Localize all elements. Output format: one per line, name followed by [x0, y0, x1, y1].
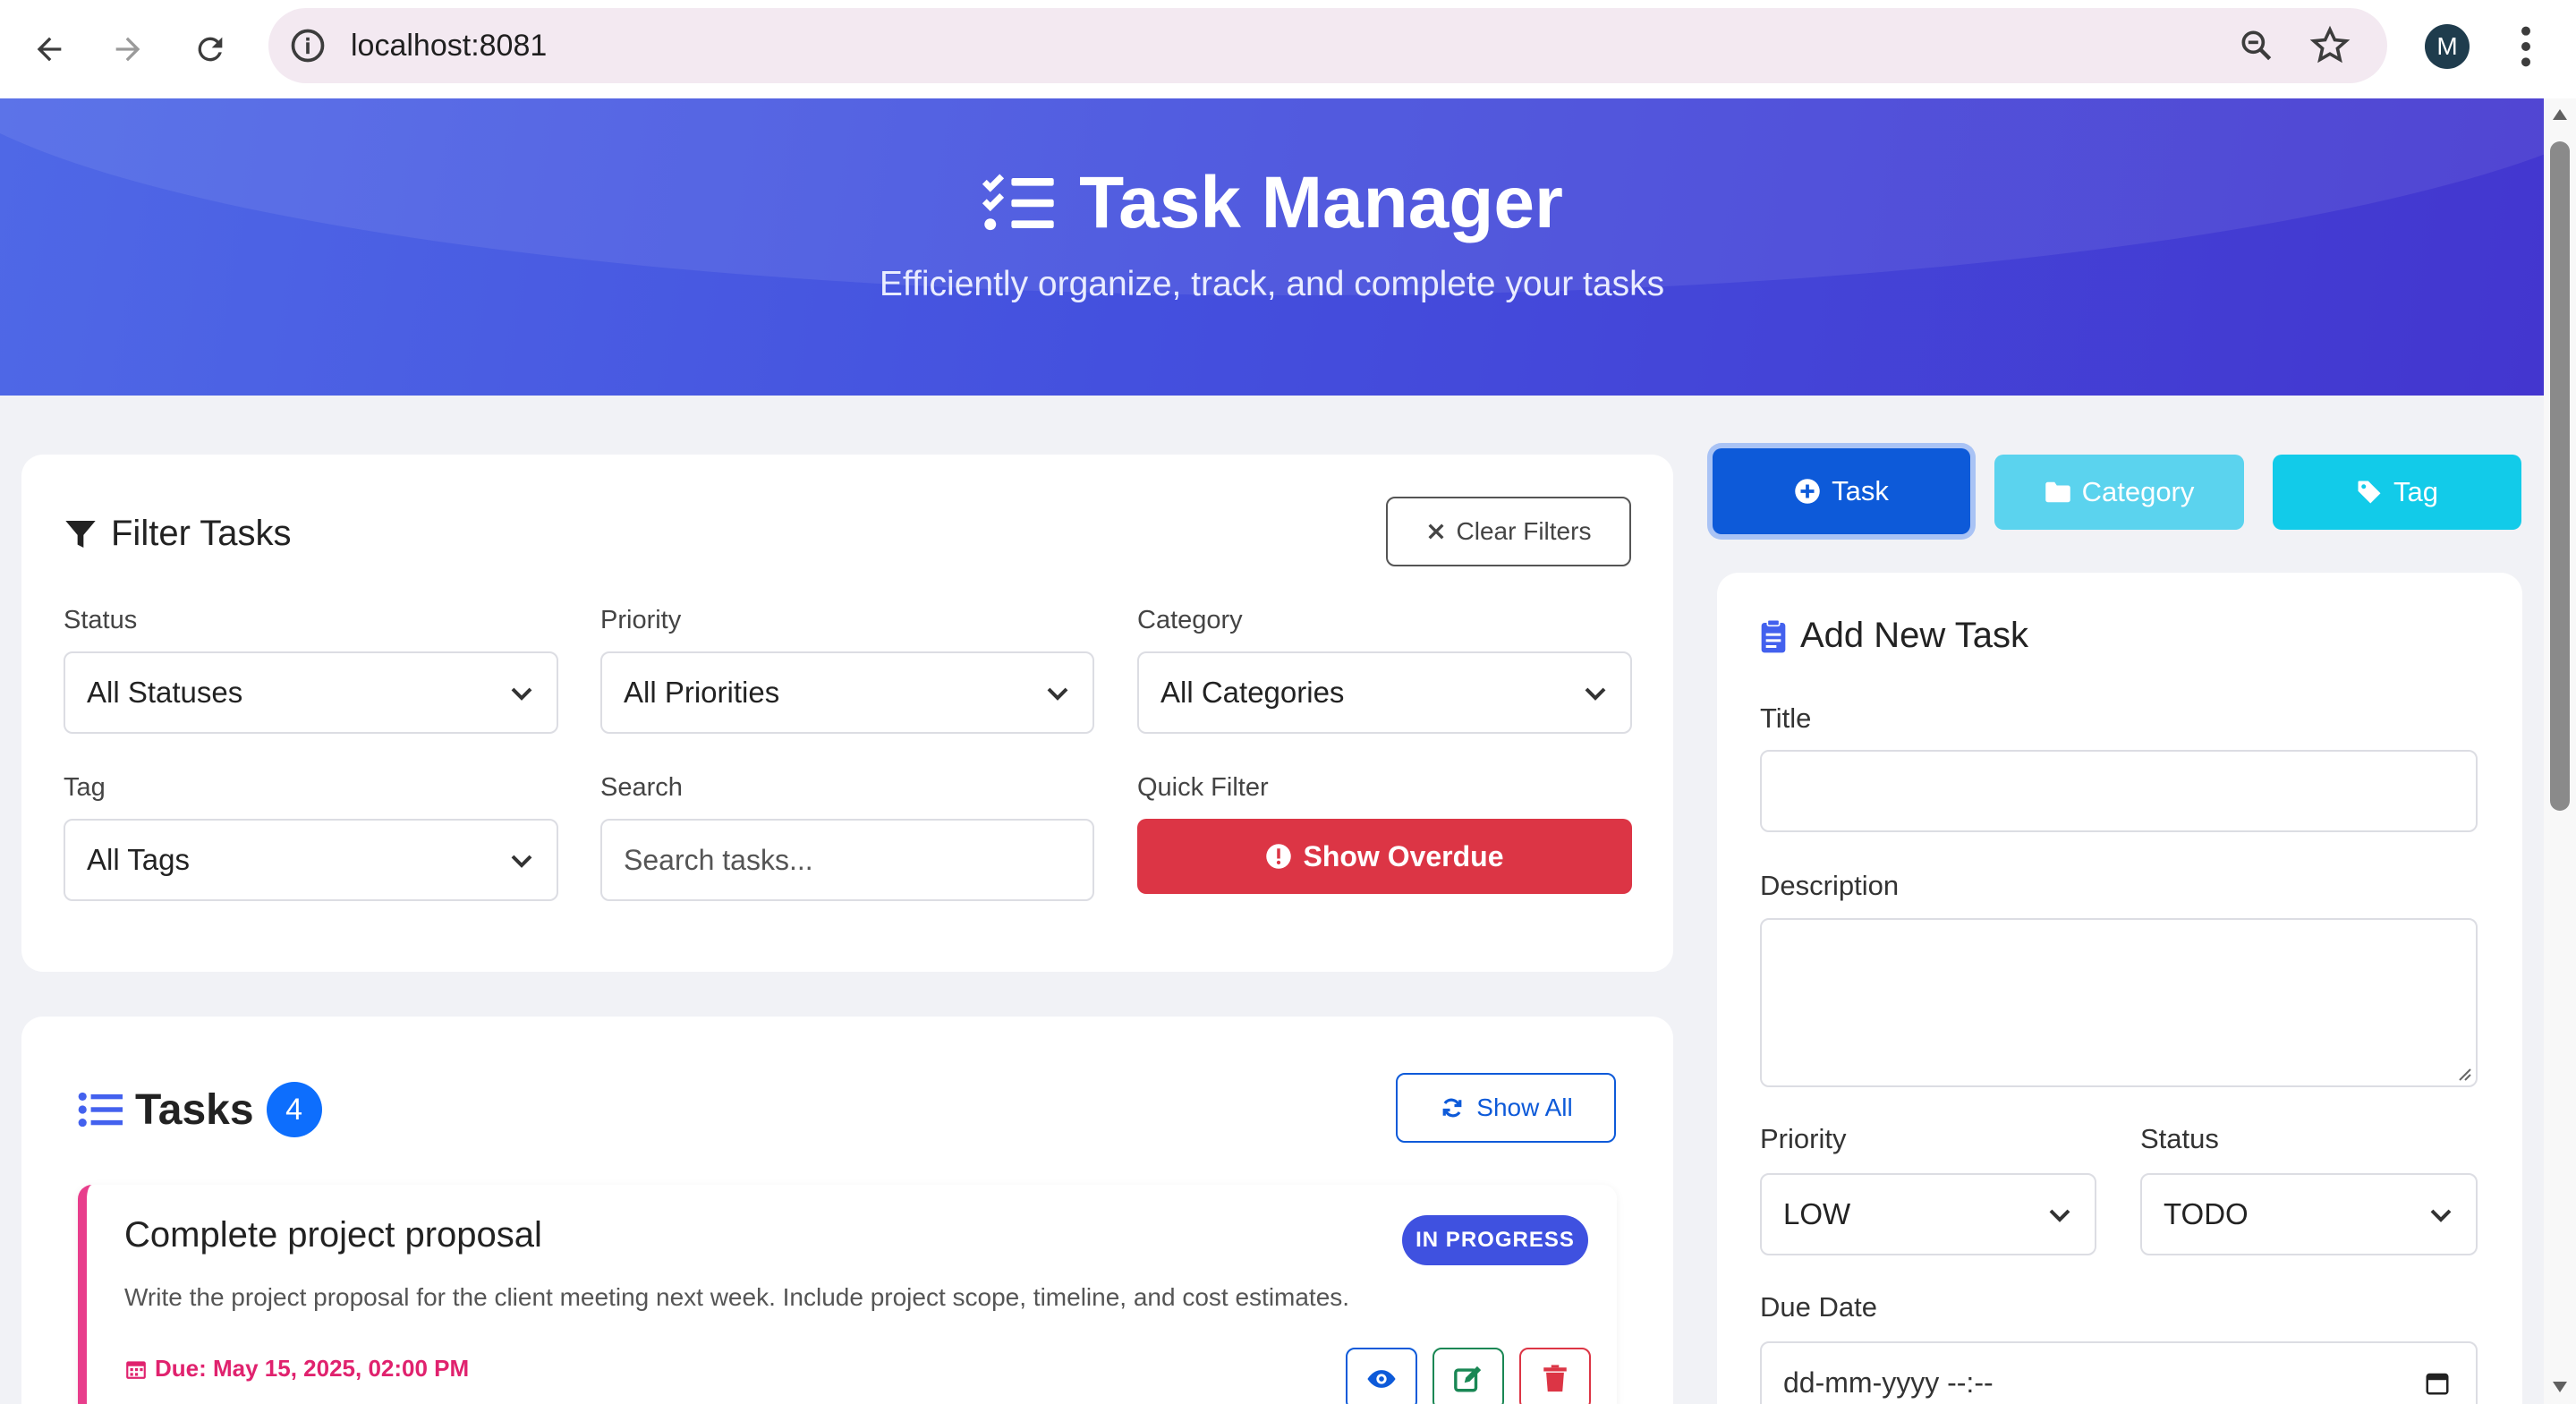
- folder-icon: [2045, 481, 2070, 503]
- forward-arrow-icon: [115, 37, 140, 62]
- filter-heading: Filter Tasks: [63, 514, 292, 554]
- view-task-button[interactable]: [1346, 1348, 1417, 1404]
- calendar-picker-icon[interactable]: [2424, 1370, 2451, 1397]
- address-bar[interactable]: localhost:8081: [268, 8, 2387, 83]
- task-list-check-icon: [982, 174, 1054, 231]
- reload-icon: [198, 37, 223, 62]
- search-label: Search: [600, 773, 683, 802]
- tag-filter-value: All Tags: [87, 843, 190, 876]
- site-info-icon[interactable]: [288, 26, 327, 65]
- refresh-icon: [1442, 1098, 1462, 1118]
- status-filter-label: Status: [64, 606, 138, 634]
- tab-task-label: Task: [1832, 475, 1889, 506]
- browser-menu-icon[interactable]: [2511, 23, 2541, 70]
- filter-funnel-icon: [65, 520, 96, 548]
- back-button[interactable]: [21, 21, 77, 77]
- trash-icon: [1543, 1365, 1567, 1392]
- status-field-select[interactable]: TODO: [2140, 1173, 2478, 1255]
- delete-task-button[interactable]: [1519, 1348, 1591, 1404]
- status-filter-value: All Statuses: [87, 676, 243, 709]
- edit-icon: [1454, 1366, 1482, 1392]
- category-filter-label: Category: [1137, 606, 1243, 634]
- tab-category-label: Category: [2081, 476, 2195, 507]
- priority-field-select[interactable]: LOW: [1760, 1173, 2096, 1255]
- due-date-field-label: Due Date: [1760, 1291, 1877, 1323]
- task-card[interactable]: Complete project proposal IN PROGRESS Wr…: [78, 1185, 1617, 1404]
- exclamation-circle-icon: [1266, 844, 1292, 869]
- category-filter-value: All Categories: [1160, 676, 1345, 709]
- profile-avatar[interactable]: M: [2425, 24, 2470, 69]
- clear-filters-label: Clear Filters: [1456, 517, 1592, 545]
- task-title: Complete project proposal: [124, 1215, 542, 1255]
- priority-field-label: Priority: [1760, 1123, 1847, 1154]
- browser-toolbar: localhost:8081 M: [0, 0, 2576, 98]
- show-overdue-label: Show Overdue: [1303, 839, 1504, 872]
- status-filter-select[interactable]: All Statuses: [64, 651, 558, 734]
- title-field[interactable]: [1760, 750, 2478, 832]
- add-task-title: Add New Task: [1800, 616, 2028, 655]
- task-description: Write the project proposal for the clien…: [124, 1283, 1350, 1311]
- bookmark-star-icon[interactable]: [2308, 24, 2351, 67]
- eye-icon: [1367, 1370, 1396, 1388]
- priority-filter-value: All Priorities: [624, 676, 780, 709]
- task-due-text: Due: May 15, 2025, 02:00 PM: [155, 1355, 470, 1382]
- priority-filter-select[interactable]: All Priorities: [600, 651, 1094, 734]
- due-date-placeholder: dd-mm-yyyy --:--: [1783, 1366, 1994, 1399]
- chevron-down-icon: [1047, 687, 1068, 701]
- title-field-label: Title: [1760, 702, 1812, 734]
- reload-button[interactable]: [183, 21, 238, 77]
- app-title: Task Manager: [1079, 162, 1563, 243]
- status-field-value: TODO: [2164, 1197, 2249, 1230]
- tasks-title: Tasks: [135, 1085, 254, 1134]
- calendar-icon: [126, 1360, 146, 1379]
- back-arrow-icon: [37, 37, 62, 62]
- chevron-down-icon: [2049, 1209, 2070, 1222]
- tasks-heading: Tasks 4: [78, 1082, 322, 1137]
- tab-task[interactable]: Task: [1713, 448, 1970, 534]
- resize-grip-icon[interactable]: [2454, 1064, 2472, 1082]
- show-overdue-button[interactable]: Show Overdue: [1137, 819, 1632, 894]
- status-field-label: Status: [2140, 1123, 2219, 1154]
- scroll-up-arrow-icon[interactable]: [2551, 106, 2569, 123]
- show-all-button[interactable]: Show All: [1396, 1073, 1616, 1143]
- tag-filter-select[interactable]: All Tags: [64, 819, 558, 901]
- priority-filter-label: Priority: [600, 606, 682, 634]
- scrollbar-thumb[interactable]: [2550, 141, 2570, 811]
- plus-circle-icon: [1795, 479, 1820, 504]
- search-input[interactable]: Search tasks...: [600, 819, 1094, 901]
- task-count-badge: 4: [266, 1082, 322, 1137]
- close-x-icon: [1428, 523, 1444, 540]
- zoom-icon[interactable]: [2237, 26, 2276, 65]
- app-subtitle: Efficiently organize, track, and complet…: [879, 265, 1665, 303]
- filter-title: Filter Tasks: [111, 514, 292, 553]
- edit-task-button[interactable]: [1433, 1348, 1504, 1404]
- priority-field-value: LOW: [1783, 1197, 1851, 1230]
- url-text[interactable]: localhost:8081: [351, 8, 547, 83]
- chevron-down-icon: [511, 687, 532, 701]
- list-icon: [78, 1092, 123, 1127]
- category-filter-select[interactable]: All Categories: [1137, 651, 1632, 734]
- description-field[interactable]: [1760, 918, 2478, 1087]
- hero-banner: Task Manager Efficiently organize, track…: [0, 98, 2544, 396]
- tag-filter-label: Tag: [64, 773, 106, 802]
- tag-icon: [2358, 481, 2381, 504]
- quick-filter-label: Quick Filter: [1137, 773, 1269, 802]
- due-date-field[interactable]: dd-mm-yyyy --:--: [1760, 1341, 2478, 1404]
- hero-heading: Task Manager: [0, 161, 2544, 245]
- tab-tag[interactable]: Tag: [2273, 455, 2521, 530]
- description-field-label: Description: [1760, 870, 1900, 901]
- tab-category[interactable]: Category: [1994, 455, 2244, 530]
- tab-tag-label: Tag: [2393, 476, 2438, 507]
- forward-button[interactable]: [100, 21, 156, 77]
- add-task-heading: Add New Task: [1759, 616, 2028, 656]
- chevron-down-icon: [511, 855, 532, 868]
- task-due-date: Due: May 15, 2025, 02:00 PM: [124, 1355, 469, 1383]
- status-badge: IN PROGRESS: [1402, 1215, 1588, 1265]
- show-all-label: Show All: [1476, 1093, 1573, 1121]
- clipboard-icon: [1761, 618, 1786, 652]
- clear-filters-button[interactable]: Clear Filters: [1386, 497, 1631, 566]
- chevron-down-icon: [2430, 1209, 2452, 1222]
- chevron-down-icon: [1585, 687, 1606, 701]
- scroll-down-arrow-icon[interactable]: [2551, 1378, 2569, 1396]
